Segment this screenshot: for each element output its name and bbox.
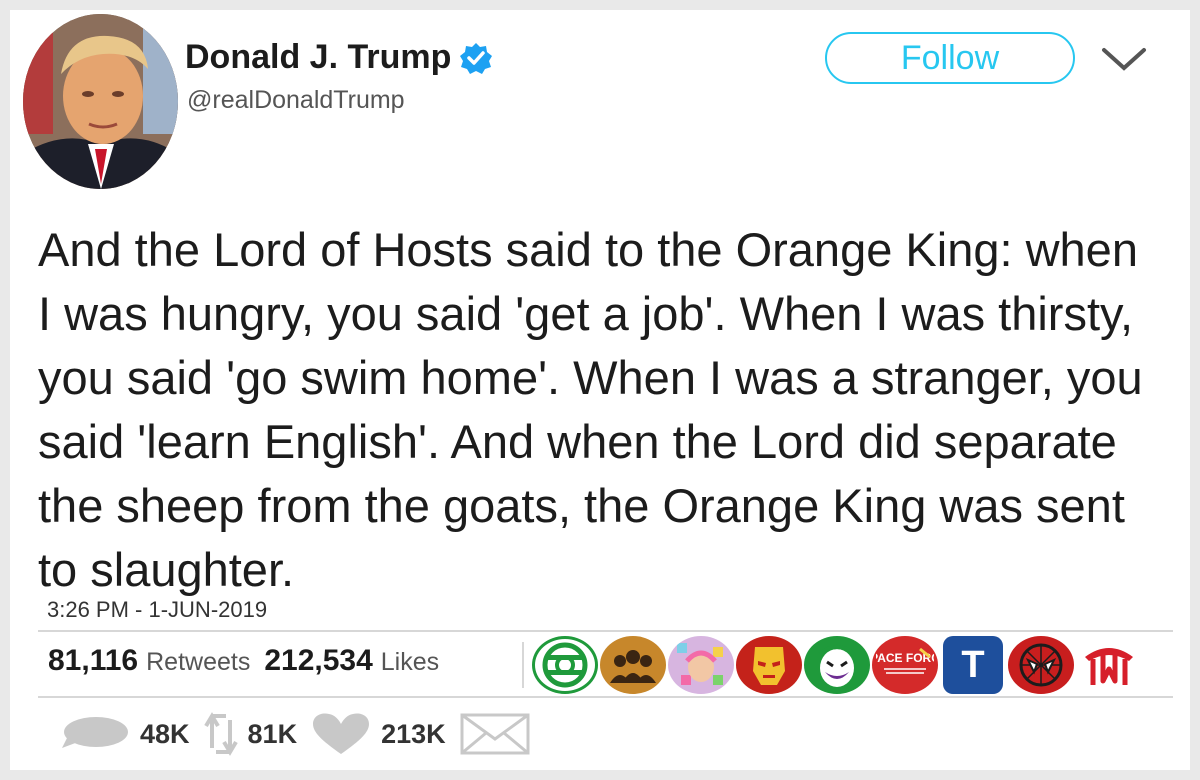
- engagement-stats: 81,116 Retweets 212,534 Likes: [48, 644, 445, 678]
- tweet-text: And the Lord of Hosts said to the Orange…: [38, 223, 1143, 596]
- m-logo-icon[interactable]: [1076, 636, 1142, 694]
- heart-icon[interactable]: [311, 712, 371, 756]
- user-handle[interactable]: @realDonaldTrump: [187, 86, 405, 115]
- profile-avatar[interactable]: [23, 14, 178, 189]
- sparkle-face-icon[interactable]: [668, 636, 734, 694]
- likes-label[interactable]: Likes: [381, 648, 439, 677]
- spiderman-icon[interactable]: [1008, 636, 1074, 694]
- retweets-label[interactable]: Retweets: [146, 648, 250, 677]
- letter-t-label: T: [961, 643, 985, 686]
- message-action[interactable]: [460, 713, 530, 755]
- green-lantern-icon[interactable]: [532, 636, 598, 694]
- like-action[interactable]: 213K: [311, 712, 446, 756]
- follow-button-label: Follow: [900, 38, 1000, 77]
- likes-count[interactable]: 212,534: [264, 644, 372, 678]
- retweets-count[interactable]: 81,116: [48, 644, 138, 678]
- iron-man-icon[interactable]: [736, 636, 802, 694]
- divider: [522, 642, 524, 688]
- like-count: 213K: [381, 718, 446, 749]
- display-name-text[interactable]: Donald J. Trump: [185, 38, 451, 77]
- envelope-icon[interactable]: [460, 713, 530, 755]
- retweet-icon[interactable]: [203, 708, 238, 760]
- reply-count: 48K: [140, 718, 190, 749]
- reply-icon[interactable]: [60, 714, 130, 754]
- retweet-count: 81K: [247, 718, 298, 749]
- divider: [38, 630, 1173, 632]
- letter-t-icon[interactable]: T: [943, 636, 1003, 694]
- tweet-timestamp[interactable]: 3:26 PM - 1-JUN-2019: [47, 597, 267, 623]
- reply-action[interactable]: 48K: [60, 714, 190, 754]
- follow-button[interactable]: Follow: [825, 32, 1075, 84]
- action-bar: 48K 81K 213K: [60, 708, 544, 760]
- retweet-action[interactable]: 81K: [203, 708, 298, 760]
- verified-badge-icon: [459, 41, 493, 75]
- joker-icon[interactable]: [804, 636, 870, 694]
- liker-avatars: SPACE FORCE T: [532, 636, 1142, 694]
- chevron-down-icon[interactable]: [1100, 46, 1148, 74]
- space-force-icon[interactable]: SPACE FORCE: [872, 636, 938, 694]
- display-name[interactable]: Donald J. Trump: [185, 38, 493, 77]
- divider: [38, 696, 1173, 698]
- group-silhouette-icon[interactable]: [600, 636, 666, 694]
- tweet-card: Donald J. Trump @realDonaldTrump Follow …: [10, 10, 1190, 770]
